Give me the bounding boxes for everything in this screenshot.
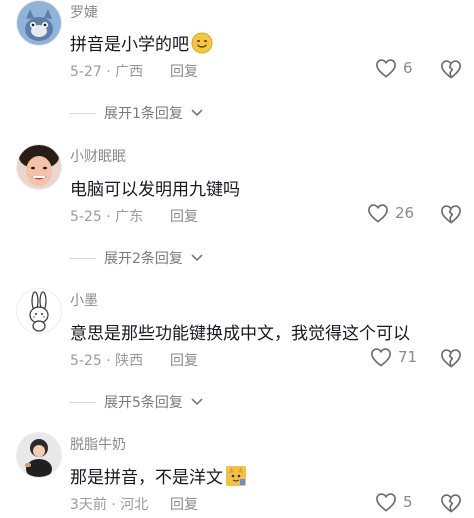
chevron-down-icon [191,398,203,406]
comment-username[interactable]: 小财眠眠 [70,146,126,166]
expand-replies-label: 展开2条回复 [104,251,183,267]
cat-sticker-icon [225,465,247,492]
divider [70,112,96,114]
like-count: 26 [395,204,415,222]
comment-meta: 5-25 · 陕西 [70,353,144,369]
reply-button[interactable]: 回复 [170,206,198,226]
comment-location: 广东 [115,209,144,225]
avatar[interactable] [16,0,62,46]
dislike-button[interactable] [440,493,462,517]
comment-date: 5-25 [70,353,102,369]
dislike-button[interactable] [440,348,462,372]
broken-heart-icon [441,494,461,513]
comment-text: 意思是那些功能键换成中文，我觉得这个可以 [70,324,410,344]
heart-icon [371,348,391,367]
comment-username[interactable]: 脱脂牛奶 [70,434,126,454]
comment-username[interactable]: 罗婕 [70,2,98,22]
comment-meta: 3天前 · 河北 [70,497,149,513]
divider [70,257,96,259]
reply-button[interactable]: 回复 [170,494,198,514]
chevron-down-icon [191,254,203,262]
like-count: 5 [403,493,413,511]
comment-date: 5-27 [70,64,102,80]
like-button[interactable]: 6 [375,58,413,78]
heart-icon [376,59,396,78]
broken-heart-icon [441,205,461,224]
comment-meta: 5-25 · 广东 [70,209,144,225]
expand-replies-button[interactable]: 展开5条回复 [70,392,203,412]
reply-button[interactable]: 回复 [170,61,198,81]
avatar[interactable] [16,432,62,478]
comment-meta: 5-27 · 广西 [70,64,144,80]
heart-icon [368,204,388,223]
comment-text: 那是拼音，不是洋文 [70,463,247,492]
like-count: 6 [403,59,413,77]
comment-text-content: 拼音是小学的吧 [70,35,189,55]
dislike-button[interactable] [440,59,462,83]
broken-heart-icon [441,349,461,368]
dislike-button[interactable] [440,204,462,228]
divider [70,401,96,403]
comment-location: 河北 [120,497,149,513]
avatar[interactable] [16,144,62,190]
chevron-down-icon [191,109,203,117]
expand-replies-label: 展开5条回复 [104,395,183,411]
like-button[interactable]: 26 [367,203,414,223]
smiling-face-emoji [191,32,213,59]
expand-replies-button[interactable]: 展开1条回复 [70,103,203,123]
broken-heart-icon [441,60,461,79]
like-button[interactable]: 5 [375,492,413,512]
comment-location: 广西 [115,64,144,80]
comment-text: 拼音是小学的吧 [70,30,213,59]
heart-icon [376,493,396,512]
expand-replies-label: 展开1条回复 [104,106,183,122]
comment-location: 陕西 [115,353,144,369]
avatar[interactable] [16,288,62,334]
like-button[interactable]: 71 [370,347,417,367]
comment-date: 5-25 [70,209,102,225]
comment-username[interactable]: 小墨 [70,290,98,310]
like-count: 71 [398,348,418,366]
comment-text-content: 那是拼音，不是洋文 [70,468,223,488]
comment-text: 电脑可以发明用九键吗 [70,180,240,200]
reply-button[interactable]: 回复 [170,350,198,370]
comment-date: 3天前 [70,497,107,513]
expand-replies-button[interactable]: 展开2条回复 [70,248,203,268]
